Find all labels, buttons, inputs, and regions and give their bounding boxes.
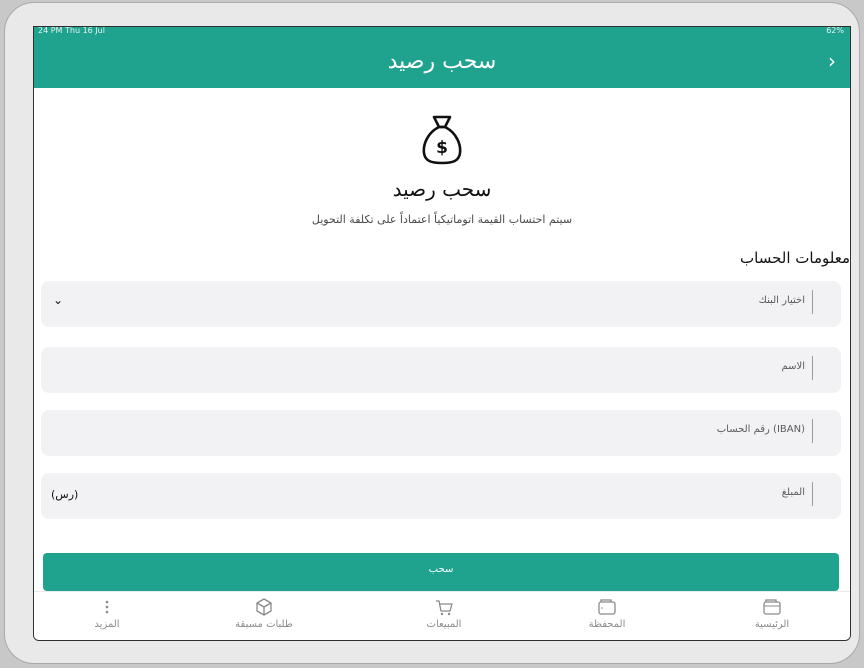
app-bar: سحب رصيد › <box>34 37 850 88</box>
tab-preorders[interactable]: طلبات مسبقة <box>204 596 324 630</box>
basket-icon <box>384 596 504 618</box>
chevron-down-icon: ⌄ <box>53 293 64 307</box>
section-title-account-info: معلومات الحساب <box>740 249 850 267</box>
hero-title: سحب رصيد <box>392 177 492 201</box>
box-icon <box>204 596 324 618</box>
money-bag-icon: $ <box>417 111 467 167</box>
name-field[interactable]: الاسم <box>41 347 841 393</box>
tab-more[interactable]: المزيد <box>47 596 167 630</box>
bottom-tab-bar: المزيد طلبات مسبقة المبيعات المحفظة الرئ… <box>34 591 850 640</box>
back-button[interactable]: › <box>822 50 842 72</box>
amount-field-label: المبلغ <box>781 487 805 498</box>
chevron-right-icon: › <box>828 49 836 73</box>
status-battery: 62% <box>826 26 844 35</box>
more-vertical-icon <box>47 596 167 618</box>
tab-preorders-label: طلبات مسبقة <box>235 619 293 630</box>
withdraw-button[interactable]: سحب <box>43 553 839 591</box>
amount-unit: (رس) <box>51 488 79 501</box>
page-title: سحب رصيد <box>387 49 497 74</box>
name-field-label: الاسم <box>781 361 805 372</box>
app-screen: 24 PM Thu 16 Jul 62% سحب رصيد › $ سحب رص… <box>33 26 851 641</box>
field-divider <box>812 482 813 506</box>
tab-wallet-label: المحفظة <box>588 619 626 630</box>
wallet-icon <box>547 596 667 618</box>
tab-home-label: الرئيسية <box>754 619 790 630</box>
svg-text:$: $ <box>436 138 448 158</box>
tab-more-label: المزيد <box>94 619 120 630</box>
tab-sales[interactable]: المبيعات <box>384 596 504 630</box>
hero-subtitle: سيتم احتساب القيمة اتوماتيكياً اعتماداً … <box>311 213 573 226</box>
device-frame: 24 PM Thu 16 Jul 62% سحب رصيد › $ سحب رص… <box>0 0 864 668</box>
tab-wallet[interactable]: المحفظة <box>547 596 667 630</box>
bank-select[interactable]: ⌄ اختيار البنك <box>41 281 841 327</box>
iban-field[interactable]: رقم الحساب (IBAN) <box>41 410 841 456</box>
field-divider <box>812 290 813 314</box>
status-bar: 24 PM Thu 16 Jul 62% <box>34 27 850 37</box>
tab-sales-label: المبيعات <box>426 619 462 630</box>
field-divider <box>812 419 813 443</box>
amount-field[interactable]: (رس) المبلغ <box>41 473 841 519</box>
status-time: 24 PM Thu 16 Jul <box>38 26 105 35</box>
tab-home[interactable]: الرئيسية <box>712 596 832 630</box>
bank-select-label: اختيار البنك <box>758 295 805 306</box>
field-divider <box>812 356 813 380</box>
iban-field-label: رقم الحساب (IBAN) <box>716 424 805 435</box>
home-wallet-icon <box>712 596 832 618</box>
